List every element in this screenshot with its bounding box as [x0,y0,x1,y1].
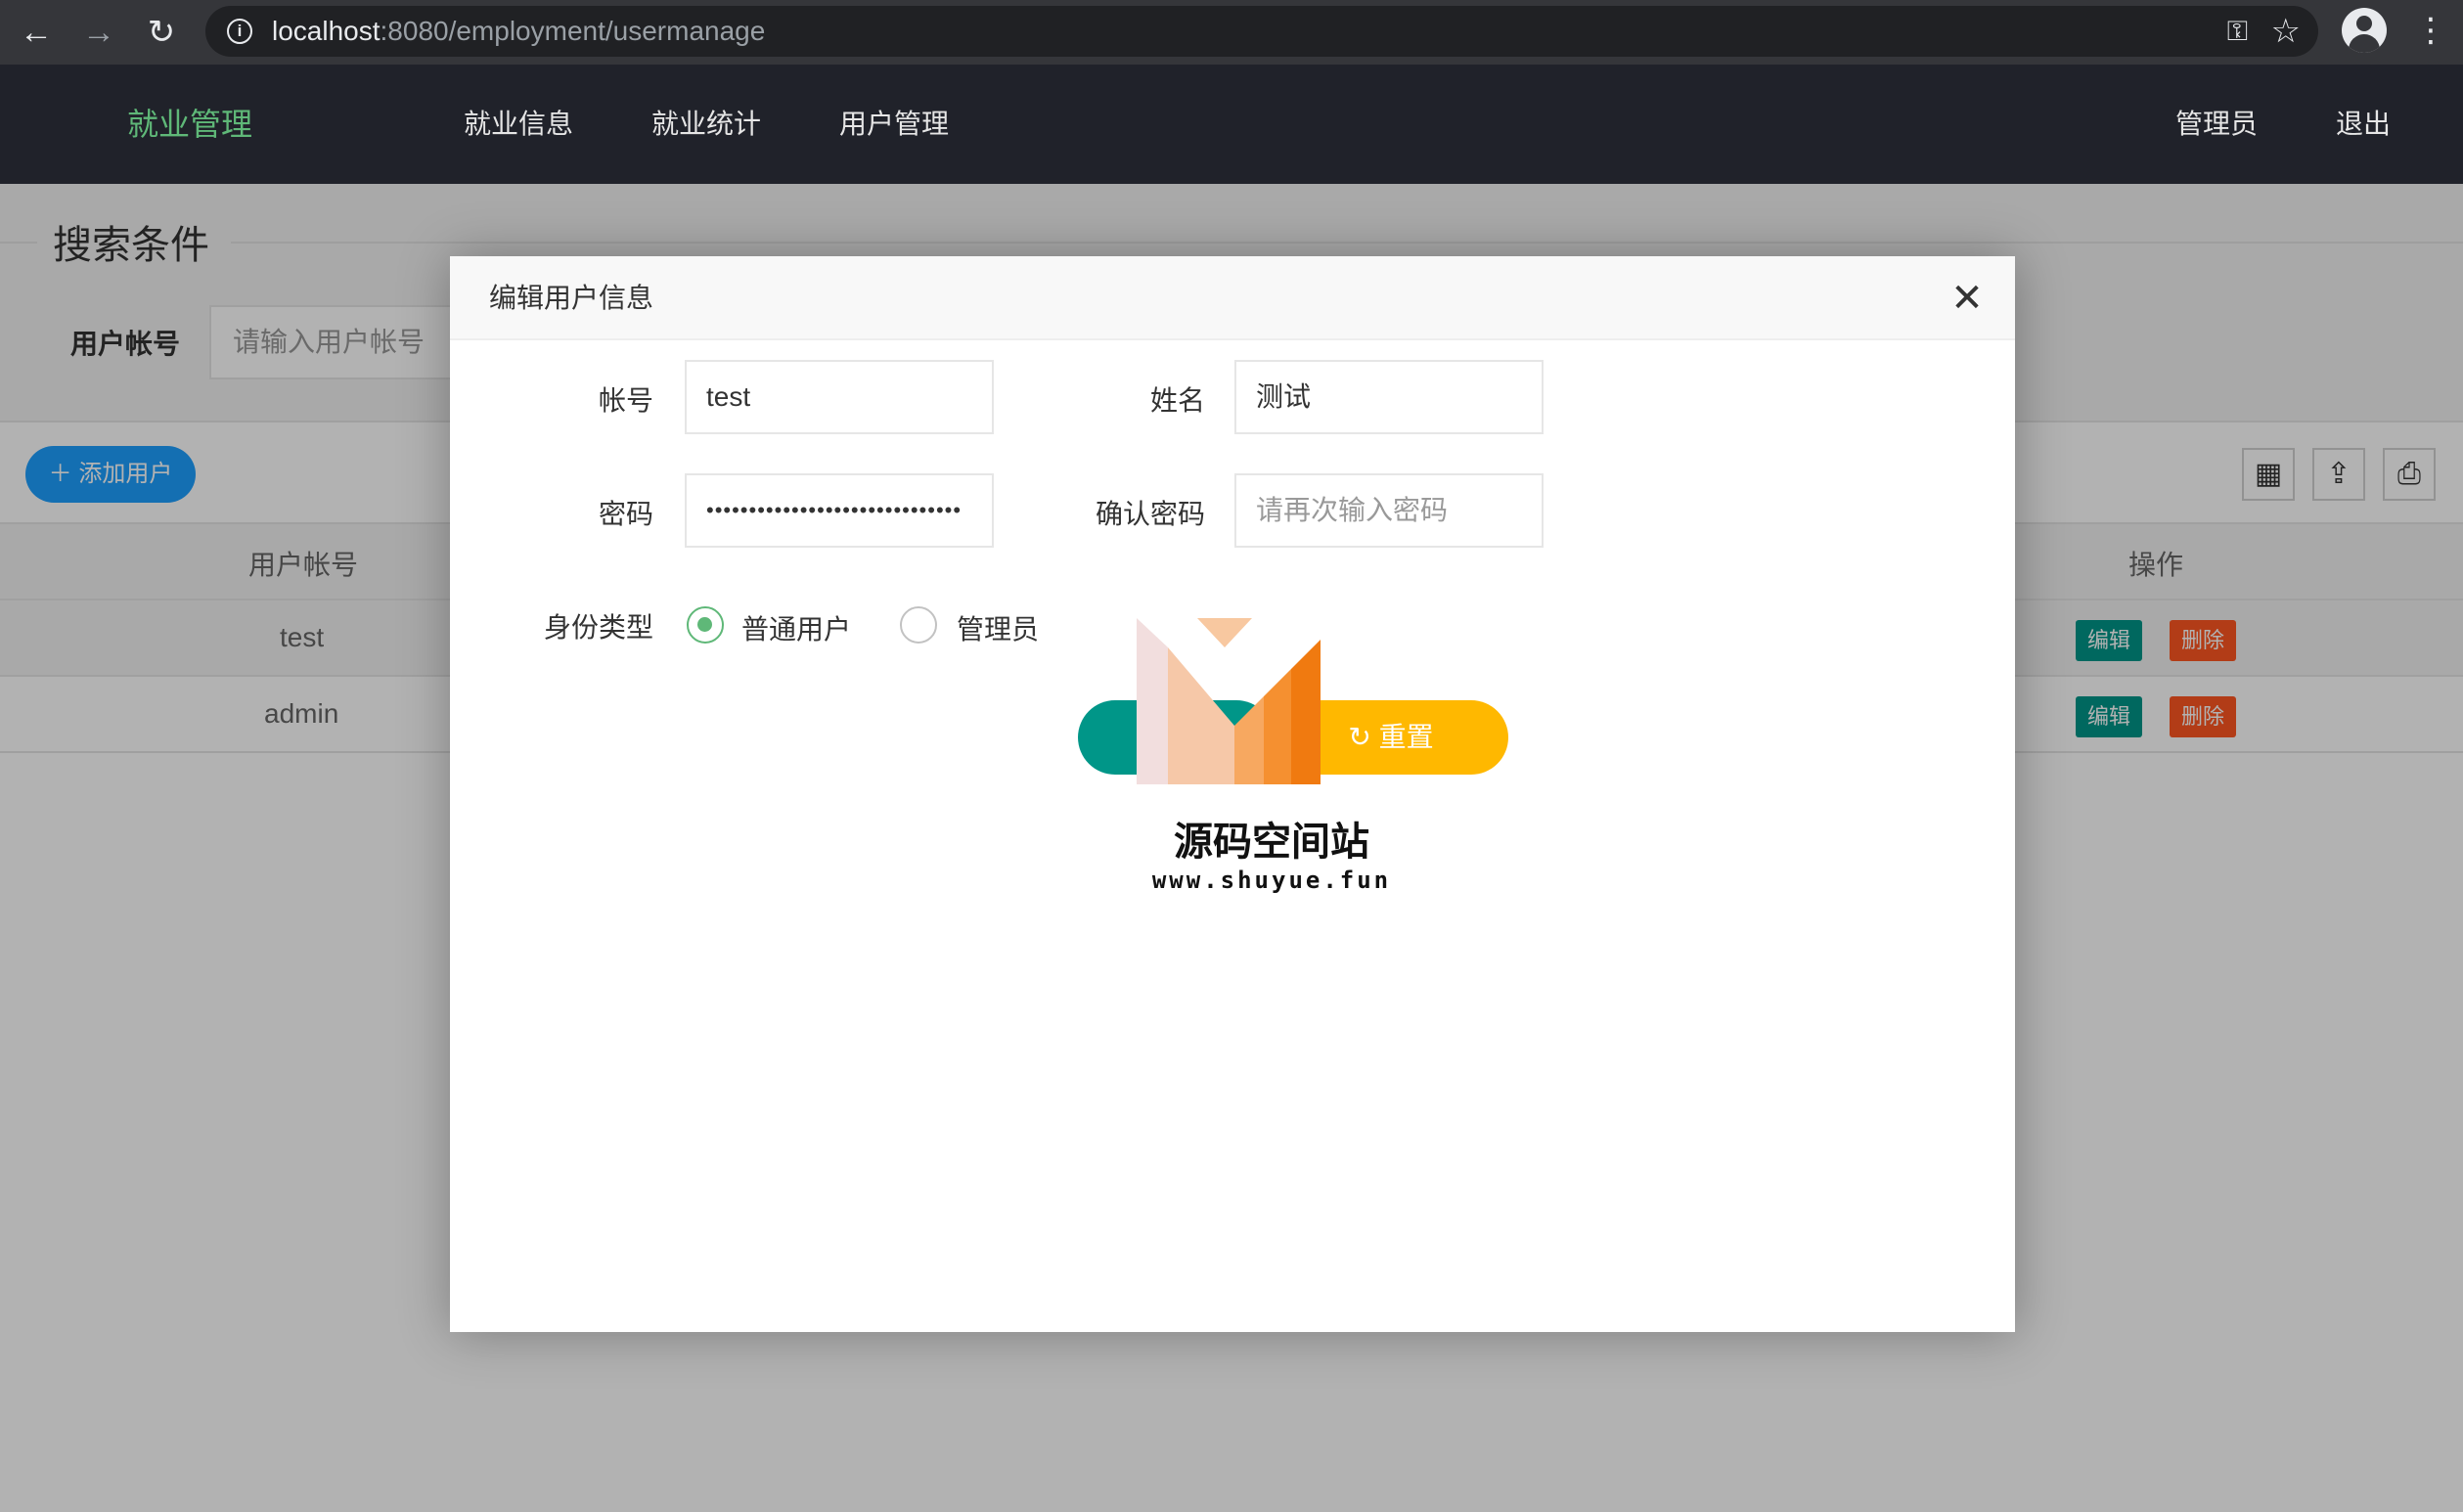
back-arrow-icon[interactable]: ← [16,12,57,53]
name-input[interactable]: 测试 [1234,360,1544,434]
bookmark-star-icon[interactable]: ☆ [2271,12,2301,51]
account-label: 帐号 [598,385,653,416]
nav-item-admin[interactable]: 管理员 [2175,65,2258,184]
edit-user-modal: 编辑用户信息 ✕ 帐号 test 姓名 测试 密码 ••••••••••••••… [450,256,2015,1332]
key-icon[interactable]: ⚿ [2227,16,2248,48]
url-path: :8080/employment/usermanage [380,16,766,46]
confirm-password-input[interactable]: 请再次输入密码 [1234,473,1544,548]
watermark-logo-icon [1137,618,1321,784]
browser-toolbar: ← → ↻ i localhost:8080/employment/userma… [0,0,2463,65]
modal-title: 编辑用户信息 [489,283,654,313]
name-label: 姓名 [1149,385,1205,416]
confirm-password-label: 确认密码 [1095,499,1205,529]
nav-item-logout[interactable]: 退出 [2336,65,2391,184]
profile-avatar-icon[interactable] [2342,8,2387,53]
watermark-name: 源码空间站 [1174,821,1369,864]
url-text: localhost:8080/employment/usermanage [272,6,765,57]
nav-item-user-manage[interactable]: 用户管理 [839,65,949,184]
modal-header: 编辑用户信息 ✕ [450,256,2015,340]
watermark-url: www.shuyue.fun [1151,867,1392,894]
role-label: 身份类型 [543,612,653,643]
app-header: 就业管理 就业信息 就业统计 用户管理 管理员 退出 [0,65,2463,184]
close-icon[interactable]: ✕ [1947,278,1988,319]
site-info-icon[interactable]: i [227,19,252,44]
radio-admin[interactable] [900,606,937,644]
brand-logo[interactable]: 就业管理 [127,65,252,184]
nav-item-employment-stats[interactable]: 就业统计 [651,65,761,184]
reload-icon[interactable]: ↻ [141,12,182,53]
password-label: 密码 [598,499,653,529]
radio-admin-label[interactable]: 管理员 [957,608,1039,647]
address-bar[interactable]: i localhost:8080/employment/usermanage ⚿… [205,6,2318,57]
account-input[interactable]: test [685,360,994,434]
radio-normal-user[interactable] [687,606,724,644]
forward-arrow-icon[interactable]: → [78,12,119,53]
password-input[interactable]: •••••••••••••••••••••••••••••• [685,473,994,548]
nav-item-employment-info[interactable]: 就业信息 [464,65,573,184]
url-host: localhost [272,16,381,46]
kebab-menu-icon[interactable]: ⋮ [2414,10,2447,51]
radio-normal-user-label[interactable]: 普通用户 [741,608,851,647]
